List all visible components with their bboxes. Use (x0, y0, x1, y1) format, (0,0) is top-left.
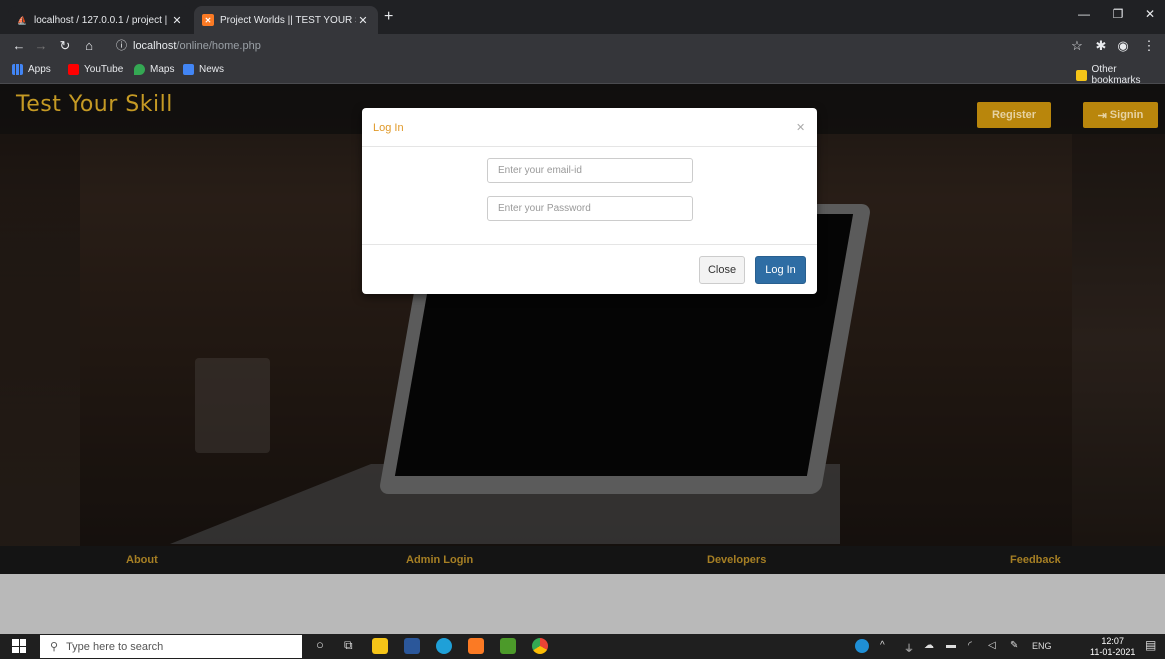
bookmark-apps[interactable]: Apps (12, 64, 51, 75)
footer-link-developers[interactable]: Developers (707, 554, 766, 566)
clock[interactable]: 12:07 11-01-2021 (1090, 636, 1135, 658)
login-button[interactable]: Log In (755, 256, 806, 284)
tab-title: Project Worlds || TEST YOUR SKIL (220, 14, 356, 26)
tab-strip: ⛵ localhost / 127.0.0.1 / project | p ✕ … (0, 0, 1165, 34)
profile-icon[interactable]: ◉ (1114, 37, 1132, 55)
notifications-icon[interactable]: ▤ (1145, 638, 1156, 652)
forward-icon[interactable]: → (32, 37, 50, 55)
youtube-icon (68, 64, 79, 75)
xampp-icon: ✕ (202, 14, 214, 26)
help-icon[interactable] (855, 639, 869, 653)
menu-icon[interactable]: ⋮ (1140, 37, 1158, 55)
footer-link-admin-login[interactable]: Admin Login (406, 554, 473, 566)
star-icon[interactable]: ☆ (1068, 37, 1086, 55)
apps-grid-icon (12, 64, 23, 75)
close-button[interactable]: Close (699, 256, 745, 284)
password-input[interactable]: Enter your Password (487, 196, 693, 221)
wifi-icon[interactable]: ◜ (968, 640, 972, 651)
task-view-icon[interactable]: ⧉ (344, 638, 353, 653)
url-path: /online/home.php (176, 40, 261, 52)
close-tab-icon[interactable]: ✕ (170, 14, 184, 27)
clock-time: 12:07 (1101, 636, 1124, 646)
login-modal: Log In ✕ Enter your email-id Enter your … (362, 108, 817, 294)
cloud-icon[interactable]: ☁ (924, 640, 934, 651)
word-icon[interactable] (404, 638, 420, 654)
extensions-icon[interactable]: ✱ (1092, 37, 1110, 55)
xampp-icon[interactable] (468, 638, 484, 654)
bookmark-youtube[interactable]: YouTube (68, 64, 123, 75)
search-icon: ⚲ (50, 641, 59, 653)
chevron-up-icon[interactable]: ^ (880, 640, 885, 651)
tab-title: localhost / 127.0.0.1 / project | p (34, 14, 170, 26)
minimize-button[interactable]: — (1072, 4, 1096, 24)
address-bar[interactable]: ⓘ localhost/online/home.php (104, 36, 1054, 56)
close-icon[interactable]: ✕ (796, 121, 805, 134)
edge-icon[interactable] (436, 638, 452, 654)
back-icon[interactable]: ← (10, 37, 28, 55)
cortana-icon[interactable]: ○ (316, 637, 324, 652)
signin-button[interactable]: ⇥ Signin (1083, 102, 1158, 128)
maps-icon (134, 64, 145, 75)
bookmark-news[interactable]: News (183, 64, 224, 75)
usb-icon[interactable]: ⏚ (904, 640, 914, 655)
url-host: localhost (133, 40, 177, 52)
pen-icon[interactable]: ✎ (1010, 640, 1018, 651)
battery-icon[interactable]: ▬ (946, 640, 956, 651)
email-input[interactable]: Enter your email-id (487, 158, 693, 183)
info-icon[interactable]: ⓘ (116, 40, 127, 52)
language-indicator[interactable]: ENG (1032, 641, 1052, 651)
news-icon (183, 64, 194, 75)
notepadpp-icon[interactable] (500, 638, 516, 654)
page-lower-area (0, 574, 1165, 634)
tab-phpmyadmin[interactable]: ⛵ localhost / 127.0.0.1 / project | p ✕ (8, 6, 192, 34)
file-explorer-icon[interactable] (372, 638, 388, 654)
taskbar-search[interactable]: ⚲ Type here to search (40, 635, 302, 658)
close-tab-icon[interactable]: ✕ (356, 14, 370, 27)
close-window-button[interactable]: ✕ (1138, 4, 1162, 24)
clock-date: 11-01-2021 (1090, 647, 1136, 657)
footer-link-about[interactable]: About (126, 554, 158, 566)
volume-icon[interactable]: ◁ (988, 640, 996, 651)
signin-icon: ⇥ (1097, 109, 1107, 122)
windows-start-icon[interactable] (12, 639, 26, 653)
new-tab-button[interactable]: + (384, 8, 393, 26)
site-footer-nav: About Admin Login Developers Feedback (0, 546, 1165, 574)
footer-link-feedback[interactable]: Feedback (1010, 554, 1061, 566)
windows-taskbar: ⚲ Type here to search ○ ⧉ ^ ⏚ ☁ ▬ ◜ ◁ ✎ E… (0, 634, 1165, 659)
restore-button[interactable]: ❐ (1106, 4, 1130, 24)
phpmyadmin-icon: ⛵ (17, 15, 27, 25)
modal-divider (362, 244, 817, 245)
bookmarks-bar: Apps YouTube Maps News Other bookmarks (0, 58, 1165, 86)
site-brand: Test Your Skill (16, 92, 173, 117)
browser-toolbar: ← → ↻ ⌂ ⓘ localhost/online/home.php ☆ ✱ ◉… (0, 34, 1165, 58)
home-icon[interactable]: ⌂ (80, 37, 98, 55)
modal-header: Log In ✕ (362, 108, 817, 147)
reload-icon[interactable]: ↻ (56, 37, 74, 55)
tab-project-worlds[interactable]: ✕ Project Worlds || TEST YOUR SKIL ✕ (194, 6, 378, 34)
modal-title: Log In (373, 122, 404, 134)
other-bookmarks[interactable]: Other bookmarks (1076, 64, 1165, 86)
folder-icon (1076, 69, 1087, 81)
chrome-icon[interactable] (532, 638, 548, 654)
register-button[interactable]: Register (977, 102, 1051, 128)
bookmark-maps[interactable]: Maps (134, 64, 174, 75)
